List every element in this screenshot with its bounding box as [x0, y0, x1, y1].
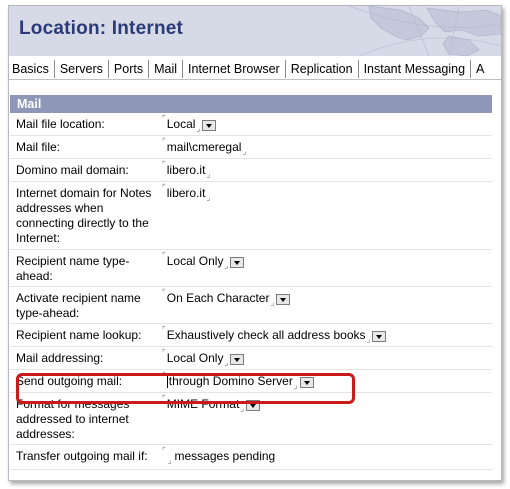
row-domino-mail-domain: Domino mail domain: ⌜ libero.it ⌟	[10, 159, 492, 182]
recipient-type-ahead-field[interactable]: ⌜ Local Only ⌟	[156, 251, 492, 282]
message-format-field[interactable]: ⌜ MIME Format ⌟	[156, 394, 492, 440]
tab-mail[interactable]: Mail	[149, 59, 184, 78]
row-transfer-outgoing-mail: Transfer outgoing mail if: ⌜ ⌟ messages …	[10, 445, 492, 470]
field-bracket-close-icon: ⌟	[240, 404, 245, 413]
tab-replication[interactable]: Replication	[286, 59, 359, 78]
field-value: through Domino Server	[168, 374, 293, 388]
tab-basics[interactable]: Basics	[9, 59, 55, 78]
field-value: mail\cmeregal	[166, 140, 242, 154]
field-bracket-close-icon: ⌟	[224, 358, 229, 367]
domino-mail-domain-field[interactable]: ⌜ libero.it ⌟	[156, 160, 492, 179]
field-value: libero.it	[166, 163, 206, 177]
field-label: Domino mail domain:	[16, 163, 129, 177]
field-bracket-open-icon: ⌜	[162, 371, 166, 380]
title-banner: Location: Internet	[9, 6, 501, 56]
page-title: Location: Internet	[19, 18, 184, 39]
dropdown-arrow-icon[interactable]	[299, 377, 314, 388]
field-value: Local Only	[166, 351, 224, 365]
field-bracket-open-icon: ⌜	[162, 325, 166, 334]
field-bracket-close-icon: ⌟	[366, 335, 371, 344]
dropdown-arrow-icon[interactable]	[372, 331, 387, 342]
field-label: Send outgoing mail:	[16, 374, 123, 388]
tab-more[interactable]: A	[471, 60, 489, 78]
field-bracket-close-icon: ⌟	[206, 193, 211, 202]
row-mail-file: Mail file: ⌜ mail\cmeregal ⌟	[10, 136, 492, 159]
mail-file-field[interactable]: ⌜ mail\cmeregal ⌟	[156, 137, 492, 156]
field-label: Recipient name lookup:	[16, 328, 142, 342]
section-header-mail: Mail	[10, 95, 492, 113]
field-bracket-open-icon: ⌜	[162, 114, 166, 123]
row-internet-domain: Internet domain for Notes addresses when…	[10, 182, 492, 250]
field-bracket-open-icon: ⌜	[162, 251, 166, 260]
field-bracket-open-icon: ⌜	[162, 137, 166, 146]
field-label: Format for messages addressed to interne…	[16, 397, 130, 441]
field-bracket-close-icon: ⌟	[224, 261, 229, 270]
field-value: libero.it	[166, 186, 206, 200]
field-label: Recipient name type-ahead:	[16, 254, 130, 283]
mail-file-location-field[interactable]: ⌜ Local ⌟	[156, 114, 492, 133]
recipient-lookup-field[interactable]: ⌜ Exhaustively check all address books ⌟	[156, 325, 492, 344]
mail-settings-table: Mail file location: ⌜ Local ⌟ Mail file:…	[10, 113, 492, 470]
transfer-outgoing-mail-field[interactable]: ⌜ ⌟ messages pending	[156, 446, 492, 465]
dropdown-arrow-icon[interactable]	[202, 120, 217, 131]
field-label: Mail addressing:	[16, 351, 104, 365]
field-bracket-open-icon: ⌜	[162, 183, 166, 192]
row-mail-file-location: Mail file location: ⌜ Local ⌟	[10, 113, 492, 136]
tab-ports[interactable]: Ports	[109, 59, 150, 78]
field-suffix: messages pending	[174, 449, 276, 463]
field-bracket-close-icon: ⌟	[206, 170, 211, 179]
row-send-outgoing-mail: Send outgoing mail: ⌜ through Domino Ser…	[10, 370, 492, 393]
field-bracket-open-icon: ⌜	[162, 394, 166, 403]
field-value: MIME Format	[166, 397, 240, 411]
field-bracket-close-icon: ⌟	[270, 298, 275, 307]
tab-internet-browser[interactable]: Internet Browser	[183, 59, 286, 78]
tab-servers[interactable]: Servers	[55, 59, 109, 78]
field-value: On Each Character	[166, 291, 270, 305]
dropdown-arrow-icon[interactable]	[230, 354, 245, 365]
tab-strip: Basics Servers Ports Mail Internet Brows…	[9, 58, 501, 80]
field-label: Internet domain for Notes addresses when…	[16, 186, 152, 245]
dropdown-arrow-icon[interactable]	[276, 294, 291, 305]
field-value: Local Only	[166, 254, 224, 268]
field-value: Exhaustively check all address books	[166, 328, 366, 342]
field-bracket-close-icon: ⌟	[196, 124, 201, 133]
field-bracket-open-icon: ⌜	[162, 446, 166, 455]
row-recipient-name-lookup: Recipient name lookup: ⌜ Exhaustively ch…	[10, 324, 492, 347]
send-outgoing-mail-field[interactable]: ⌜ through Domino Server ⌟	[156, 371, 492, 390]
row-recipient-name-type-ahead: Recipient name type-ahead: ⌜ Local Only …	[10, 250, 492, 287]
row-activate-type-ahead: Activate recipient name type-ahead: ⌜ On…	[10, 287, 492, 324]
row-format-for-messages: Format for messages addressed to interne…	[10, 393, 492, 445]
row-mail-addressing: Mail addressing: ⌜ Local Only ⌟	[10, 347, 492, 370]
mail-addressing-field[interactable]: ⌜ Local Only ⌟	[156, 348, 492, 367]
field-bracket-open-icon: ⌜	[162, 160, 166, 169]
field-label: Mail file location:	[16, 117, 105, 131]
field-label: Mail file:	[16, 140, 61, 154]
field-label: Activate recipient name type-ahead:	[16, 291, 141, 320]
field-bracket-close-icon: ⌟	[293, 381, 298, 390]
field-label: Transfer outgoing mail if:	[16, 449, 148, 463]
internet-domain-field[interactable]: ⌜ libero.it ⌟	[156, 183, 492, 245]
field-bracket-open-icon: ⌜	[162, 348, 166, 357]
field-bracket-open-icon: ⌜	[162, 288, 166, 297]
field-bracket-close-icon: ⌟	[242, 147, 247, 156]
tab-instant-messaging[interactable]: Instant Messaging	[359, 59, 472, 78]
dropdown-arrow-icon[interactable]	[230, 257, 245, 268]
field-value: Local	[166, 117, 196, 131]
activate-type-ahead-field[interactable]: ⌜ On Each Character ⌟	[156, 288, 492, 319]
text-cursor	[166, 374, 168, 388]
field-bracket-close-icon: ⌟	[167, 456, 172, 465]
dropdown-arrow-icon[interactable]	[246, 400, 261, 411]
